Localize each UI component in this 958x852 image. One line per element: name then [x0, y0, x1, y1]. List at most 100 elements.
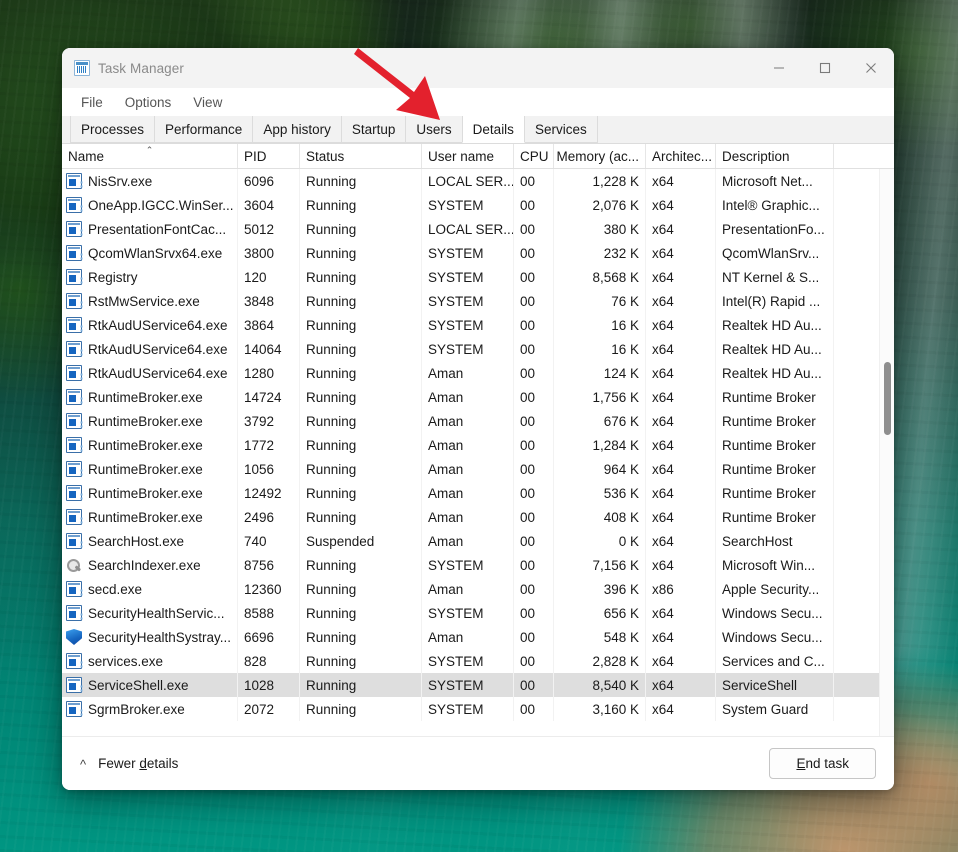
cell-arch: x64	[646, 313, 716, 337]
table-row[interactable]: SgrmBroker.exe2072RunningSYSTEM003,160 K…	[62, 697, 894, 721]
column-header-status[interactable]: Status	[300, 144, 422, 168]
table-row[interactable]: Registry120RunningSYSTEM008,568 Kx64NT K…	[62, 265, 894, 289]
cell-status: Running	[300, 625, 422, 649]
table-column-headers: ⌃NamePID Status User nameCPUMemory (ac...A…	[62, 144, 894, 169]
cell-status: Running	[300, 193, 422, 217]
cell-memory: 0 K	[554, 529, 646, 553]
cell-memory: 7,156 K	[554, 553, 646, 577]
cell-pid: 8588	[238, 601, 300, 625]
table-row[interactable]: OneApp.IGCC.WinSer...3604RunningSYSTEM00…	[62, 193, 894, 217]
cell-pid: 120	[238, 265, 300, 289]
cell-text: 00	[520, 582, 535, 597]
end-task-button[interactable]: End task	[769, 748, 876, 779]
cell-text: x64	[652, 534, 674, 549]
cell-cpu: 00	[514, 289, 554, 313]
menu-item-view[interactable]: View	[182, 92, 233, 113]
cell-memory: 1,228 K	[554, 169, 646, 193]
vertical-scrollbar[interactable]	[879, 169, 894, 736]
column-header-pid[interactable]: PID	[238, 144, 300, 168]
table-row[interactable]: RuntimeBroker.exe12492RunningAman00536 K…	[62, 481, 894, 505]
cell-text: x64	[652, 678, 674, 693]
menu-item-file[interactable]: File	[70, 92, 114, 113]
table-row[interactable]: RuntimeBroker.exe3792RunningAman00676 Kx…	[62, 409, 894, 433]
table-row[interactable]: secd.exe12360RunningAman00396 Kx86Apple …	[62, 577, 894, 601]
cell-pid: 6096	[238, 169, 300, 193]
tab-app-history[interactable]: App history	[252, 116, 342, 143]
table-rows: NisSrv.exe6096RunningLOCAL SER...001,228…	[62, 169, 894, 736]
minimize-icon[interactable]	[756, 48, 802, 88]
table-row[interactable]: RtkAudUService64.exe3864RunningSYSTEM001…	[62, 313, 894, 337]
tab-processes[interactable]: Processes	[70, 116, 155, 143]
cell-text: 14064	[244, 342, 282, 357]
tab-services[interactable]: Services	[524, 116, 598, 143]
cell-arch: x64	[646, 529, 716, 553]
cell-user: Aman	[422, 481, 514, 505]
cell-text: SYSTEM	[428, 198, 484, 213]
cell-description: Windows Secu...	[716, 601, 834, 625]
cell-text: NisSrv.exe	[88, 174, 152, 189]
column-header-name[interactable]: ⌃Name	[62, 144, 238, 168]
cell-text: Running	[306, 294, 356, 309]
cell-text: SecurityHealthSystray...	[88, 630, 231, 645]
table-row[interactable]: QcomWlanSrvx64.exe3800RunningSYSTEM00232…	[62, 241, 894, 265]
cell-cpu: 00	[514, 241, 554, 265]
cell-text: Running	[306, 270, 356, 285]
column-header-user-name[interactable]: User name	[422, 144, 514, 168]
cell-text: 0 K	[619, 534, 639, 549]
table-row[interactable]: PresentationFontCac...5012RunningLOCAL S…	[62, 217, 894, 241]
cell-status: Running	[300, 409, 422, 433]
window-icon	[66, 197, 82, 213]
menu-item-options[interactable]: Options	[114, 92, 183, 113]
close-icon[interactable]	[848, 48, 894, 88]
table-row[interactable]: ServiceShell.exe1028RunningSYSTEM008,540…	[62, 673, 894, 697]
cell-text: Aman	[428, 582, 463, 597]
bottom-bar: ^ Fewer details End task	[62, 736, 894, 790]
table-row[interactable]: SecurityHealthSystray...6696RunningAman0…	[62, 625, 894, 649]
cell-name: RuntimeBroker.exe	[62, 505, 238, 529]
cell-text: 7,156 K	[592, 558, 639, 573]
table-row[interactable]: NisSrv.exe6096RunningLOCAL SER...001,228…	[62, 169, 894, 193]
cell-text: Running	[306, 510, 356, 525]
table-row[interactable]: SearchIndexer.exe8756RunningSYSTEM007,15…	[62, 553, 894, 577]
tab-startup[interactable]: Startup	[341, 116, 407, 143]
tab-details[interactable]: Details	[462, 116, 525, 143]
cell-status: Suspended	[300, 529, 422, 553]
cell-text: 3604	[244, 198, 274, 213]
tab-performance[interactable]: Performance	[154, 116, 253, 143]
scrollbar-thumb[interactable]	[884, 362, 891, 436]
table-row[interactable]: RstMwService.exe3848RunningSYSTEM0076 Kx…	[62, 289, 894, 313]
table-row[interactable]: SecurityHealthServic...8588RunningSYSTEM…	[62, 601, 894, 625]
cell-text: secd.exe	[88, 582, 142, 597]
table-row[interactable]: RuntimeBroker.exe1056RunningAman00964 Kx…	[62, 457, 894, 481]
maximize-icon[interactable]	[802, 48, 848, 88]
cell-description: Microsoft Net...	[716, 169, 834, 193]
table-row[interactable]: RuntimeBroker.exe2496RunningAman00408 Kx…	[62, 505, 894, 529]
cell-name: RtkAudUService64.exe	[62, 337, 238, 361]
cell-status: Running	[300, 481, 422, 505]
table-row[interactable]: RuntimeBroker.exe14724RunningAman001,756…	[62, 385, 894, 409]
tab-users[interactable]: Users	[405, 116, 462, 143]
cell-status: Running	[300, 361, 422, 385]
table-row[interactable]: RtkAudUService64.exe14064RunningSYSTEM00…	[62, 337, 894, 361]
column-header-label: Status	[306, 149, 344, 164]
column-header-description[interactable]: Description	[716, 144, 834, 168]
chevron-up-icon: ^	[80, 758, 86, 771]
table-row[interactable]: RuntimeBroker.exe1772RunningAman001,284 …	[62, 433, 894, 457]
cell-memory: 536 K	[554, 481, 646, 505]
column-header-architec[interactable]: Architec...	[646, 144, 716, 168]
cell-arch: x64	[646, 649, 716, 673]
cell-text: LOCAL SER...	[428, 222, 514, 237]
cell-text: 380 K	[604, 222, 639, 237]
window-icon	[66, 581, 82, 597]
cell-text: 12492	[244, 486, 282, 501]
column-header-memory-ac[interactable]: Memory (ac...	[554, 144, 646, 168]
column-header-cpu[interactable]: CPU	[514, 144, 554, 168]
cell-name: OneApp.IGCC.WinSer...	[62, 193, 238, 217]
table-row[interactable]: services.exe828RunningSYSTEM002,828 Kx64…	[62, 649, 894, 673]
table-row[interactable]: SearchHost.exe740SuspendedAman000 Kx64Se…	[62, 529, 894, 553]
fewer-details-button[interactable]: ^ Fewer details	[80, 756, 178, 771]
window-title: Task Manager	[98, 61, 184, 76]
cell-text: 120	[244, 270, 267, 285]
table-row[interactable]: RtkAudUService64.exe1280RunningAman00124…	[62, 361, 894, 385]
cell-name: ServiceShell.exe	[62, 673, 238, 697]
